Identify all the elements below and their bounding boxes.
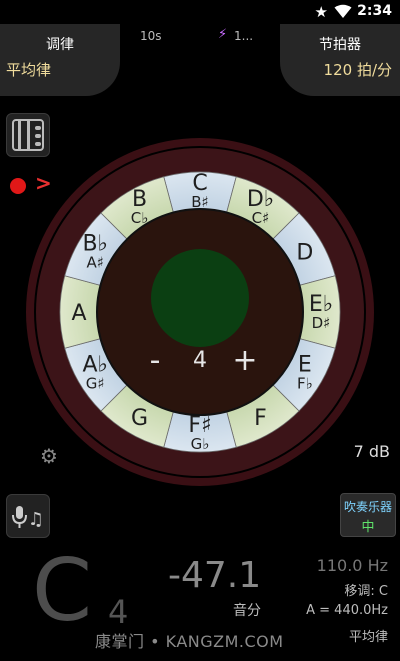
metronome-title: 节拍器	[319, 37, 361, 53]
frequency: 110.0 Hz	[316, 556, 388, 575]
watermark: 康掌门 • KANGZM.COM	[95, 632, 284, 651]
note-wheel[interactable]: CB♯ D♭C♯DE♭D♯EF♭FF♯G♭GA♭G♯AB♭A♯BC♭ - 4 +	[25, 137, 375, 487]
a-reference[interactable]: A = 440.0Hz	[306, 603, 388, 618]
temperament-title: 调律	[46, 37, 74, 53]
transpose[interactable]: 移调: C	[344, 580, 388, 599]
wind-instrument-button[interactable]: 吹奏乐器 中	[340, 493, 396, 537]
wind-label: 吹奏乐器	[343, 500, 392, 514]
clock: 2:34	[357, 3, 392, 19]
detected-octave: 4	[108, 593, 129, 631]
note-sub-label: G♭	[191, 435, 210, 453]
bolt-count: 1...	[234, 29, 254, 43]
cents-value: -47.1	[168, 555, 262, 596]
mic-button[interactable]: ♫	[6, 494, 50, 538]
svg-text:♫: ♫	[28, 509, 44, 530]
temperament-value: 平均律	[6, 61, 52, 79]
note-sub-label: A♯	[86, 254, 104, 272]
note-label: G	[131, 406, 148, 431]
note-label: D	[296, 241, 313, 266]
tuning-indicator	[151, 249, 249, 347]
note-sub-label: G♯	[86, 375, 105, 393]
metronome-value: 120 拍/分	[323, 61, 392, 79]
metronome-panel[interactable]: 节拍器 120 拍/分	[280, 24, 400, 96]
temperament-label[interactable]: 平均律	[349, 626, 388, 645]
wifi-icon	[334, 4, 352, 22]
temperament-panel[interactable]: 调律 平均律	[0, 24, 120, 96]
wind-level: 中	[361, 520, 375, 535]
increase-button[interactable]: +	[232, 343, 257, 378]
decrease-button[interactable]: -	[150, 343, 161, 378]
timer-label: 10s	[140, 29, 162, 43]
mic-note-icon: ♫	[12, 506, 44, 530]
note-sub-label: F♭	[297, 375, 313, 393]
note-label: F	[254, 406, 267, 431]
record-indicator[interactable]	[10, 178, 26, 194]
note-label: A	[71, 301, 86, 326]
bolt-icon: ⚡	[218, 27, 228, 42]
status-bar: ★ 2:34	[0, 0, 400, 24]
cents-unit: 音分	[233, 603, 261, 619]
star-icon: ★	[314, 3, 328, 21]
note-sub-label: D♯	[312, 314, 331, 332]
octave-count: 4	[193, 348, 207, 373]
detected-note: C	[32, 541, 93, 641]
